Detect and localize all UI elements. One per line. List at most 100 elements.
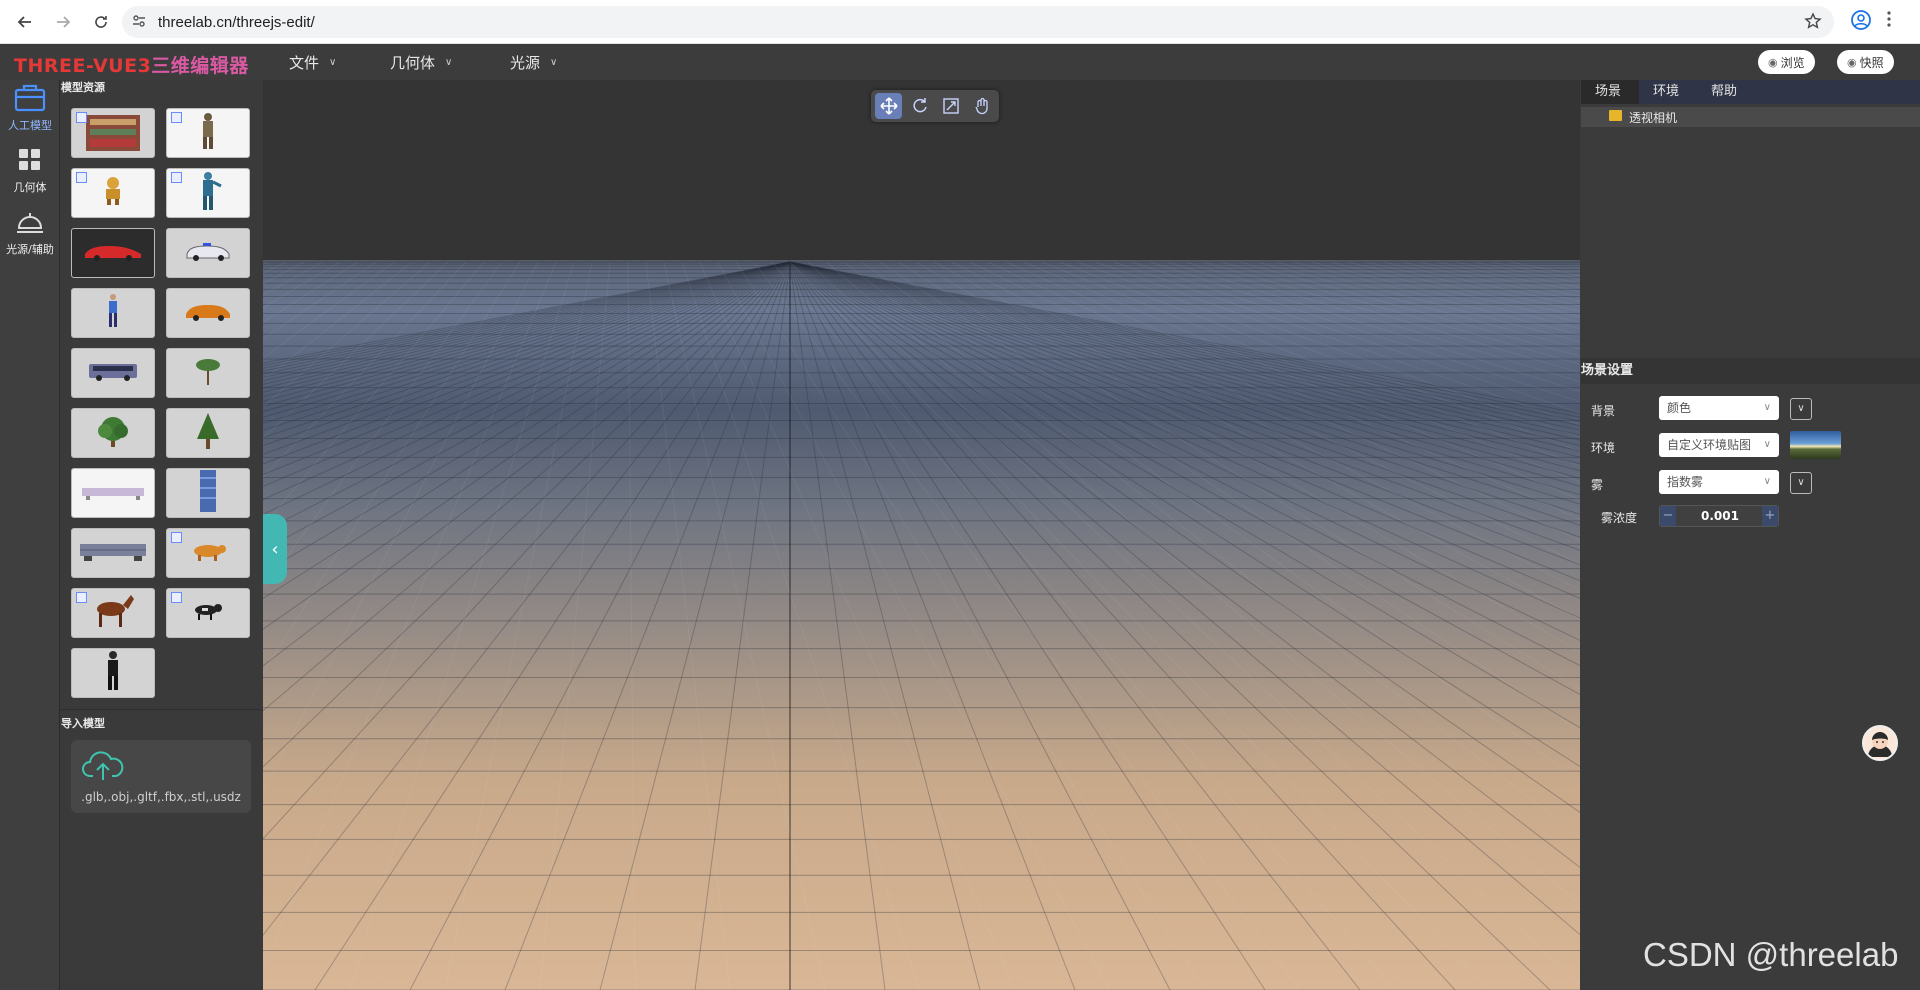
background-select[interactable]: 颜色 ∨	[1659, 396, 1779, 420]
environment-value: 自定义环境贴图	[1667, 438, 1752, 452]
increment-button[interactable]: +	[1762, 506, 1778, 526]
model-thumbnail-pillar[interactable]	[166, 468, 250, 518]
browser-menu-icon[interactable]	[1886, 9, 1906, 35]
model-thumbnail-soldier[interactable]	[166, 108, 250, 158]
floor-grid-line	[789, 261, 1580, 446]
floor-grid-line	[789, 261, 1580, 441]
floor-tile-diagonal	[263, 261, 485, 527]
preview-button[interactable]: ◉ 浏览	[1758, 50, 1815, 74]
model-thumbnail-train[interactable]	[71, 528, 155, 578]
decrement-button[interactable]: −	[1660, 506, 1676, 526]
snapshot-button[interactable]: ◉ 快照	[1837, 50, 1894, 74]
bookmark-star-icon[interactable]	[1804, 12, 1822, 34]
robot-icon	[101, 176, 125, 210]
assistant-avatar[interactable]	[1862, 725, 1898, 761]
floor-grid-line	[263, 261, 791, 382]
model-thumbnail-police-car[interactable]	[166, 228, 250, 278]
floor-tile-diagonal	[987, 261, 1580, 542]
horse-icon	[89, 591, 137, 635]
fog-density-stepper[interactable]: − 0.001 +	[1659, 505, 1779, 527]
fog-density-row: 雾浓度 − 0.001 +	[1581, 505, 1920, 531]
floor-grid-line	[263, 261, 791, 501]
floor-grid-line	[263, 261, 791, 532]
model-thumbnail-cow[interactable]	[166, 588, 250, 638]
model-thumbnail-red-car[interactable]	[71, 228, 155, 278]
floor-grid-line	[789, 261, 1580, 729]
color-picker-button[interactable]: ∨	[1790, 398, 1812, 420]
right-tabs: 场景 环境 帮助	[1581, 80, 1920, 104]
model-thumbnail-blue-character[interactable]	[166, 168, 250, 218]
model-thumbnail-platform[interactable]	[71, 468, 155, 518]
floor-grid-line	[789, 261, 1580, 813]
pillar-icon	[195, 469, 221, 517]
model-thumbnail-man-suit[interactable]	[71, 648, 155, 698]
model-thumbnail-tiger[interactable]	[166, 528, 250, 578]
person-icon	[106, 293, 120, 333]
red-car-icon	[81, 240, 145, 266]
floor-tile-diagonal	[1473, 261, 1580, 284]
rail-item-models[interactable]: 人工模型	[0, 82, 60, 133]
floor-tile-diagonal	[1437, 261, 1580, 293]
floor-tile-diagonal	[699, 261, 1016, 990]
model-thumbnail-bus[interactable]	[71, 348, 155, 398]
floor-grid-line	[263, 261, 791, 385]
floor-grid-line	[263, 261, 791, 487]
address-bar[interactable]: threelab.cn/threejs-edit/	[122, 6, 1834, 38]
move-icon	[879, 97, 898, 115]
tree-item-camera[interactable]: 透视相机	[1581, 107, 1920, 127]
floor-grid-line	[789, 261, 1580, 869]
fog-color-button[interactable]: ∨	[1790, 472, 1812, 494]
collapse-panel-button[interactable]: ‹	[263, 514, 287, 584]
profile-icon[interactable]	[1850, 9, 1876, 35]
floor-grid-line	[263, 261, 791, 768]
rail-item-lights[interactable]: 光源/辅助	[0, 208, 60, 257]
floor-tile-diagonal	[1131, 261, 1580, 414]
url-text[interactable]: threelab.cn/threejs-edit/	[158, 14, 315, 31]
floor-grid-line	[263, 261, 791, 447]
rail-item-geometry[interactable]: 几何体	[0, 146, 60, 195]
chevron-left-icon: ‹	[271, 538, 279, 560]
move-tool-button[interactable]	[875, 93, 902, 119]
upload-dropzone[interactable]: .glb,.obj,.gltf,.fbx,.stl,.usdz	[71, 740, 251, 813]
model-thumbnail-tall-tree[interactable]	[166, 408, 250, 458]
rotate-icon	[912, 98, 927, 113]
model-thumbnail-horse[interactable]	[71, 588, 155, 638]
forward-icon[interactable]	[48, 7, 78, 37]
back-icon[interactable]	[10, 7, 40, 37]
floor-grid-line	[263, 261, 791, 378]
floor-grid-line	[263, 261, 791, 364]
environment-select[interactable]: 自定义环境贴图 ∨	[1659, 433, 1779, 457]
train-icon	[78, 538, 148, 568]
reload-icon[interactable]	[86, 7, 116, 37]
tab-environment[interactable]: 环境	[1639, 80, 1697, 104]
pan-tool-button[interactable]	[968, 93, 995, 119]
tab-scene[interactable]: 场景	[1581, 80, 1639, 104]
3d-viewport[interactable]: ‹	[263, 80, 1580, 990]
floor-tile-diagonal	[1257, 261, 1580, 350]
model-thumbnail-building[interactable]	[71, 108, 155, 158]
model-thumbnail-robot[interactable]	[71, 168, 155, 218]
fog-density-value[interactable]: 0.001	[1676, 506, 1764, 526]
fog-value: 指数雾	[1667, 475, 1704, 489]
floor-grid-line	[263, 261, 791, 372]
rotate-tool-button[interactable]	[906, 93, 933, 119]
environment-map-thumbnail[interactable]	[1790, 431, 1841, 459]
floor-grid-line	[694, 261, 791, 990]
left-rail: 人工模型 几何体 光源/辅助	[0, 80, 60, 990]
floor-grid-line	[263, 261, 791, 455]
model-thumbnail-orange-car[interactable]	[166, 288, 250, 338]
model-panel: 模型资源 导入模型 .glb,.obj,.gltf,.fbx,.stl,.usd…	[61, 80, 262, 990]
model-thumbnail-small-tree[interactable]	[166, 348, 250, 398]
menu-file[interactable]: 文件 ∨	[289, 45, 336, 80]
chevron-down-icon: ∨	[550, 57, 558, 68]
menu-geometry[interactable]: 几何体 ∨	[390, 45, 452, 80]
menu-light[interactable]: 光源 ∨	[510, 45, 557, 80]
orange-car-icon	[183, 300, 233, 326]
site-settings-icon[interactable]	[132, 13, 152, 32]
scale-tool-button[interactable]	[937, 93, 964, 119]
fog-select[interactable]: 指数雾 ∨	[1659, 470, 1779, 494]
model-thumbnail-bush-tree[interactable]	[71, 408, 155, 458]
app-title-cn: 三维编辑器	[151, 55, 249, 77]
model-thumbnail-person[interactable]	[71, 288, 155, 338]
tab-help[interactable]: 帮助	[1697, 80, 1755, 104]
